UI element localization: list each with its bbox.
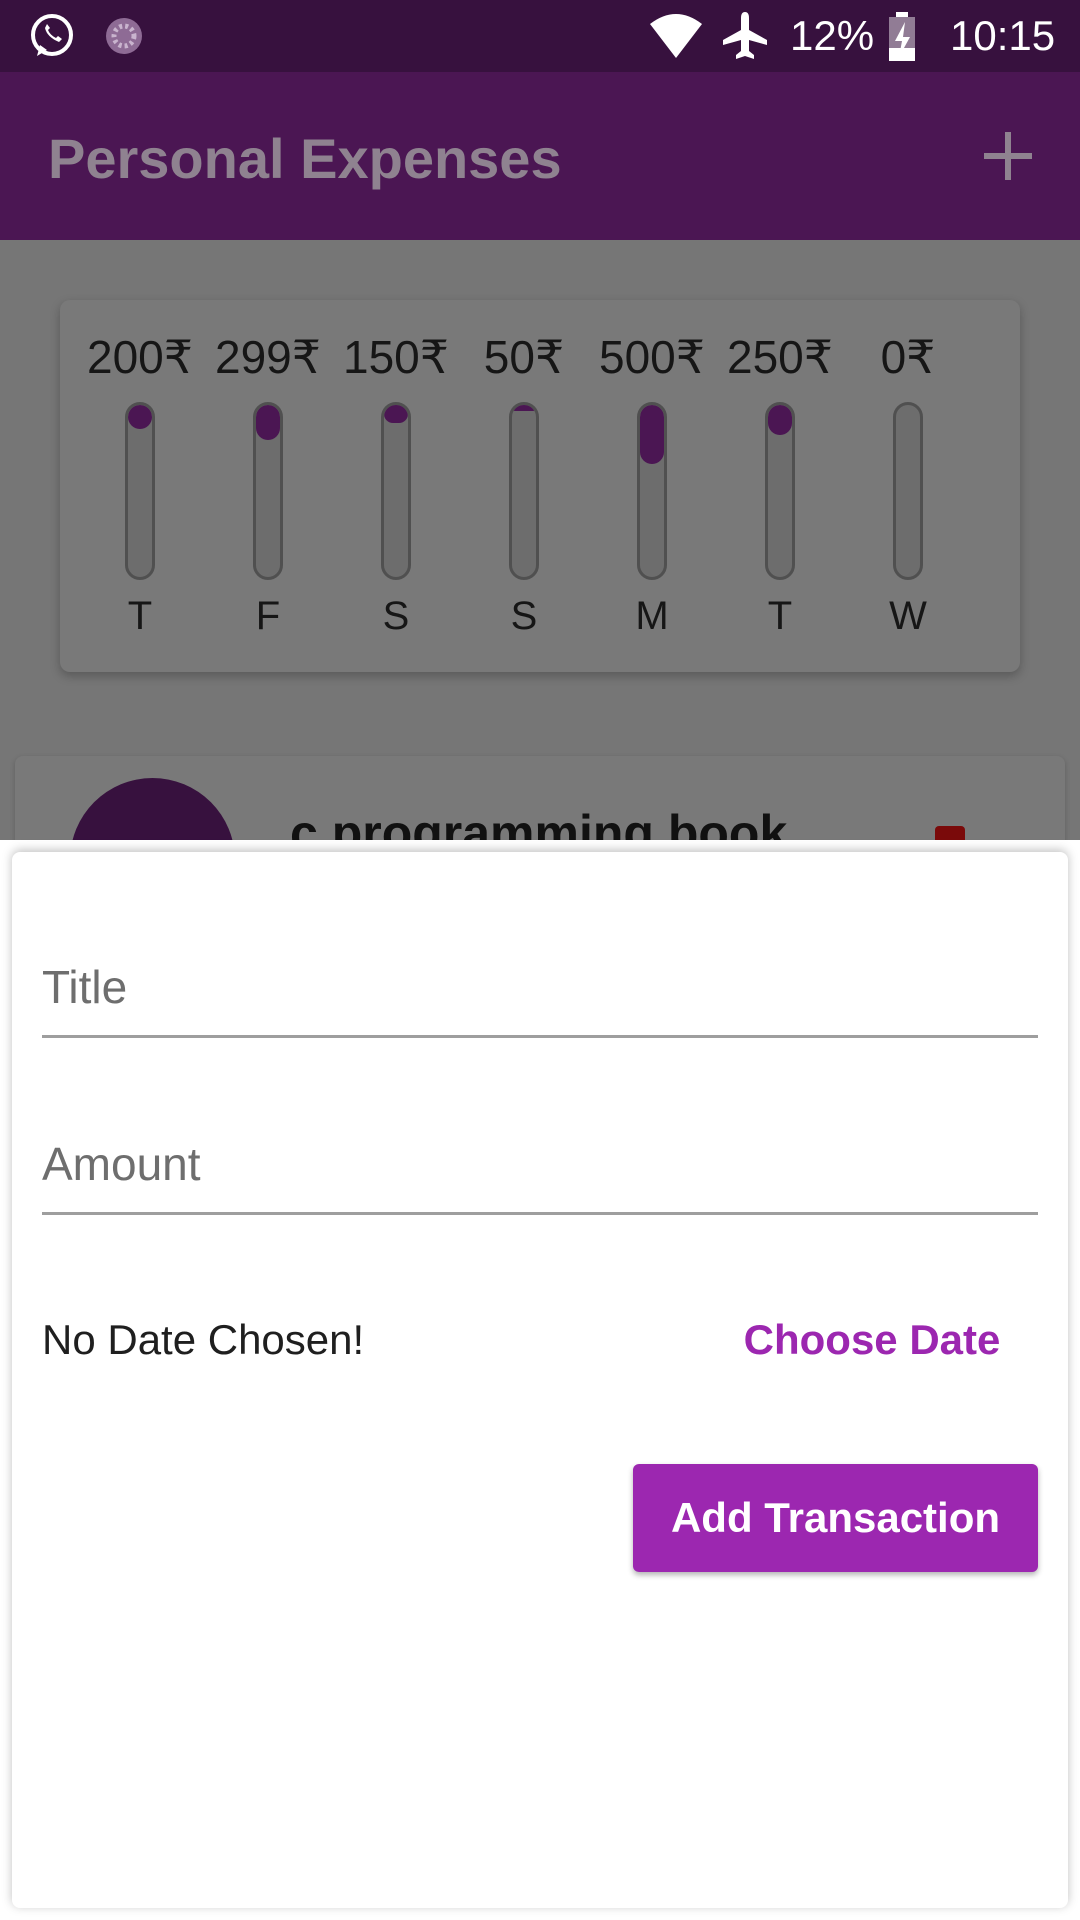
bar-day-label: T — [767, 594, 793, 638]
bar-day-label: S — [510, 594, 538, 638]
chart-bar-3: 50₹ S — [460, 300, 588, 672]
delete-icon[interactable] — [935, 826, 965, 840]
new-transaction-sheet: No Date Chosen! Choose Date Add Transact… — [12, 852, 1068, 1908]
title-input[interactable] — [42, 918, 1038, 1035]
bar-track — [509, 402, 539, 580]
page-title: Personal Expenses — [48, 127, 562, 190]
bar-fill — [512, 405, 536, 411]
bar-fill — [256, 405, 280, 440]
avatar — [70, 778, 235, 840]
chart-bar-4: 500₹ M — [588, 300, 716, 672]
whatsapp-icon — [31, 14, 73, 56]
bar-day-label: T — [127, 594, 153, 638]
bar-amount-label: 50₹ — [483, 331, 565, 383]
bar-track — [381, 402, 411, 580]
battery-percent: 12% — [790, 12, 875, 59]
airplane-icon — [723, 12, 767, 59]
bar-amount-label: 299₹ — [214, 331, 321, 383]
bar-day-label: F — [255, 594, 281, 638]
bar-amount-label: 250₹ — [726, 331, 833, 383]
bar-track — [637, 402, 667, 580]
wifi-icon — [650, 14, 702, 58]
bar-fill — [640, 405, 664, 464]
battery-charging-icon — [889, 12, 915, 61]
chart-bar-5: 250₹ T — [716, 300, 844, 672]
bar-amount-label: 0₹ — [880, 331, 936, 383]
clock: 10:15 — [950, 12, 1056, 59]
bar-day-label: W — [889, 594, 927, 638]
title-field — [42, 918, 1038, 1038]
bar-fill — [128, 405, 152, 429]
chart-bar-1: 299₹ F — [204, 300, 332, 672]
transaction-card: c programming book — [15, 756, 1065, 840]
weekly-chart-card: 200₹ T 299₹ F 150₹ S 50₹ S 500₹ M 250₹ T 0₹ W — [60, 300, 1020, 672]
bar-amount-label: 150₹ — [342, 331, 449, 383]
bar-amount-label: 200₹ — [86, 331, 193, 383]
date-status-text: No Date Chosen! — [42, 1316, 365, 1363]
scrim-content[interactable]: 200₹ T 299₹ F 150₹ S 50₹ S 500₹ M 250₹ T 0₹ W c progr… — [0, 240, 1080, 840]
bar-track — [893, 402, 923, 580]
amount-input[interactable] — [42, 1095, 1038, 1212]
app-bar: Personal Expenses — [0, 72, 1080, 240]
chart-bar-0: 200₹ T — [76, 300, 204, 672]
bar-track — [765, 402, 795, 580]
chart-bar-2: 150₹ S — [332, 300, 460, 672]
choose-date-button[interactable]: Choose Date — [732, 1300, 1012, 1380]
plus-icon[interactable] — [972, 120, 1044, 192]
bar-fill — [384, 405, 408, 423]
bar-day-label: M — [635, 594, 669, 638]
bar-fill — [768, 405, 792, 435]
status-bar: 12% 10:15 — [0, 0, 1080, 72]
amount-field — [42, 1095, 1038, 1215]
chart-bar-6: 0₹ W — [844, 300, 972, 672]
bar-track — [253, 402, 283, 580]
bar-track — [125, 402, 155, 580]
add-transaction-button[interactable]: Add Transaction — [633, 1464, 1038, 1572]
bar-day-label: S — [382, 594, 410, 638]
bar-amount-label: 500₹ — [598, 331, 705, 383]
sync-icon — [106, 18, 142, 54]
transaction-title: c programming book — [290, 805, 788, 840]
